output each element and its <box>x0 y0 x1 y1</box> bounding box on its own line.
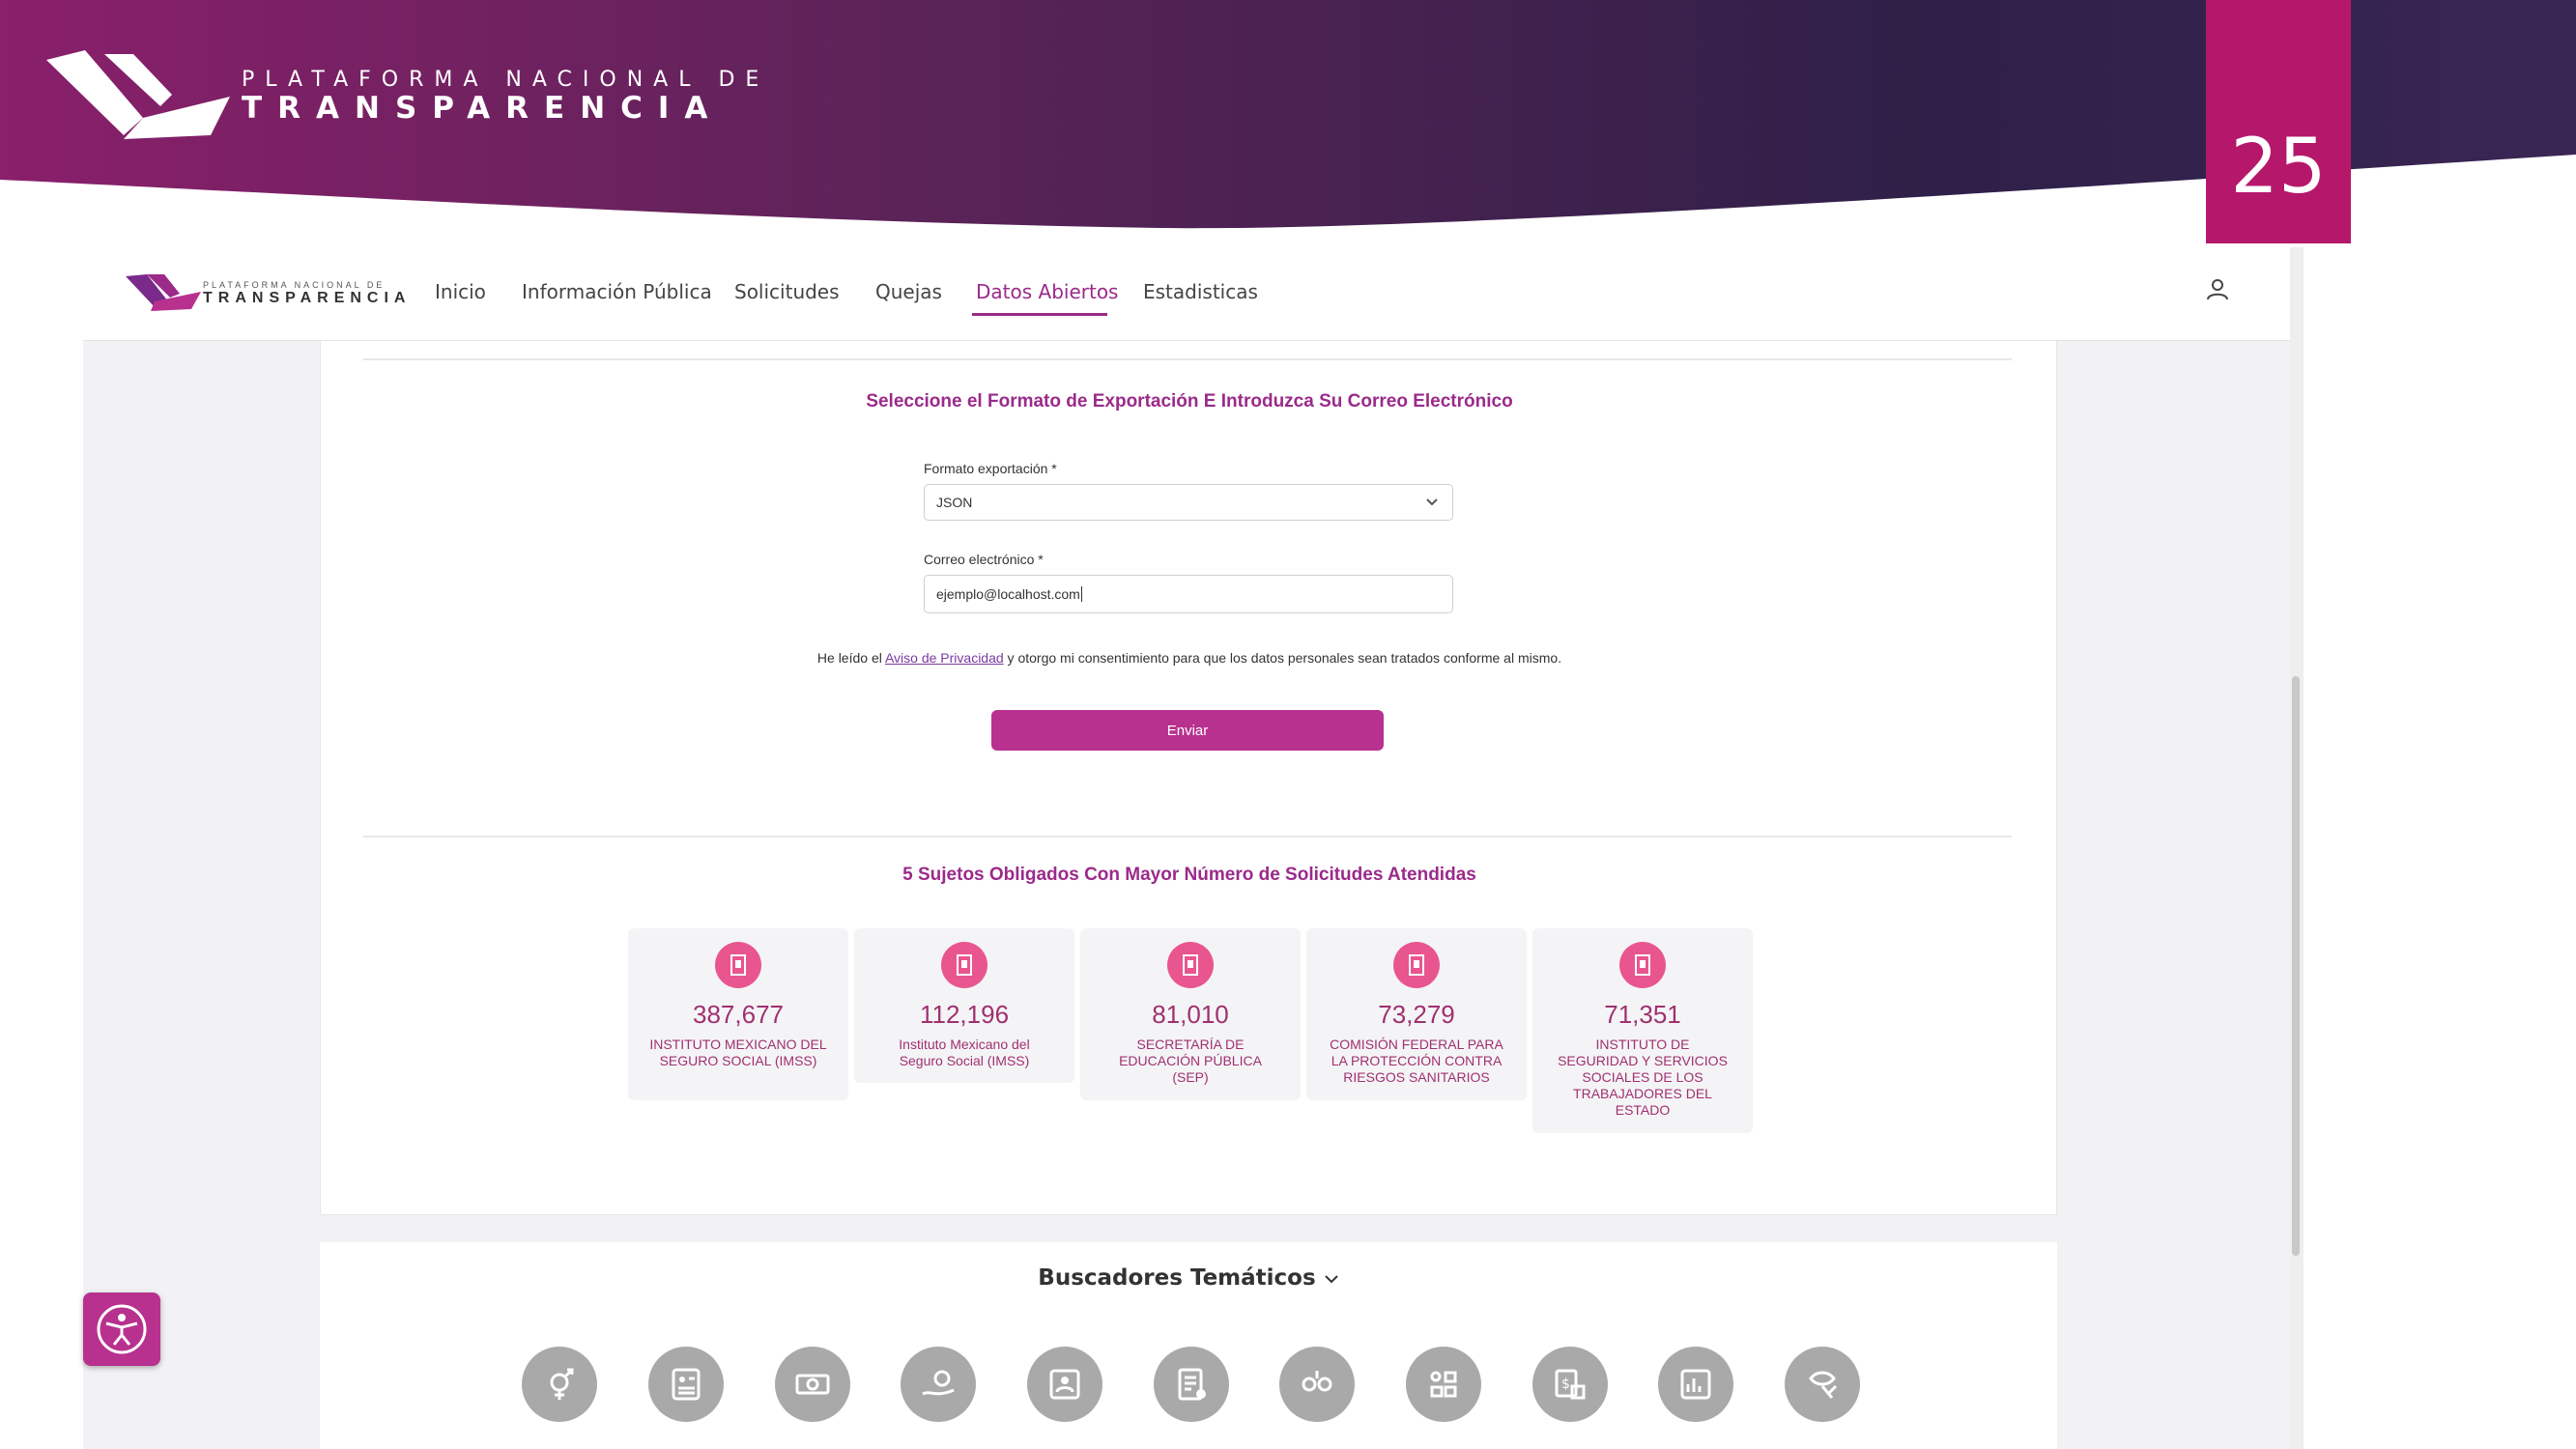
building-icon <box>715 942 761 988</box>
officials-icon[interactable] <box>1027 1347 1102 1422</box>
money-icon[interactable] <box>775 1347 850 1422</box>
building-icon <box>1393 942 1440 988</box>
stat-card[interactable]: 71,351 INSTITUTO DE SEGURIDAD Y SERVICIO… <box>1532 928 1753 1133</box>
stat-value: 81,010 <box>1152 1000 1229 1029</box>
app-screenshot: PLATAFORMA NACIONAL DE TRANSPARENCIA Ini… <box>83 247 2296 1449</box>
svg-text:$: $ <box>1561 1377 1570 1392</box>
slide-page-number: 25 <box>2206 0 2351 243</box>
brand-title: TRANSPARENCIA <box>242 91 724 126</box>
divider <box>363 358 2012 360</box>
stat-value: 112,196 <box>919 1000 1010 1029</box>
accessibility-icon[interactable] <box>83 1293 160 1366</box>
stat-value: 73,279 <box>1378 1000 1455 1029</box>
export-card: Seleccione el Formato de Exportación E I… <box>320 340 2057 1215</box>
stat-name: INSTITUTO DE SEGURIDAD Y SERVICIOS SOCIA… <box>1558 1037 1728 1118</box>
thematic-search-label: Buscadores Temáticos <box>1038 1265 1316 1291</box>
stat-card[interactable]: 112,196 Instituto Mexicano del Seguro So… <box>854 928 1074 1083</box>
email-field-label: Correo electrónico * <box>924 552 1044 567</box>
chevron-down-icon <box>1324 1275 1338 1284</box>
nav-item-solicitudes[interactable]: Solicitudes <box>734 280 840 303</box>
directory-icon[interactable] <box>648 1347 724 1422</box>
thematic-search-title[interactable]: Buscadores Temáticos <box>320 1265 2057 1291</box>
brand-subtitle: PLATAFORMA NACIONAL DE <box>242 68 770 92</box>
stat-card[interactable]: 387,677 INSTITUTO MEXICANO DEL SEGURO SO… <box>628 928 848 1100</box>
nav-logo-icon <box>126 274 201 311</box>
privacy-consent-text: He leído el Aviso de Privacidad y otorgo… <box>321 650 2058 666</box>
nav-item-datos-abiertos[interactable]: Datos Abiertos <box>976 280 1118 303</box>
stat-card[interactable]: 73,279 COMISIÓN FEDERAL PARA LA PROTECCI… <box>1306 928 1527 1100</box>
nav-item-inicio[interactable]: Inicio <box>435 280 486 303</box>
building-icon <box>1619 942 1666 988</box>
stat-name: SECRETARÍA DE EDUCACIÓN PÚBLICA (SEP) <box>1119 1037 1262 1085</box>
chevron-down-icon <box>1426 498 1438 506</box>
nav-item-quejas[interactable]: Quejas <box>875 280 942 303</box>
payments-icon[interactable]: $ <box>1532 1347 1608 1422</box>
user-icon[interactable] <box>2205 276 2230 301</box>
building-icon <box>1167 942 1214 988</box>
active-tab-indicator <box>972 313 1107 316</box>
format-field-label: Formato exportación * <box>924 461 1057 476</box>
top-navigation: PLATAFORMA NACIONAL DE TRANSPARENCIA Ini… <box>83 247 2296 341</box>
stat-value: 71,351 <box>1604 1000 1681 1029</box>
email-input[interactable]: ejemplo@localhost.com <box>924 575 1453 613</box>
stat-name: Instituto Mexicano del Seguro Social (IM… <box>899 1037 1030 1068</box>
building-icon <box>941 942 987 988</box>
nav-logo-title: TRANSPARENCIA <box>203 290 412 306</box>
statistics-icon[interactable] <box>1658 1347 1733 1422</box>
justice-icon[interactable] <box>1785 1347 1860 1422</box>
gender-icon[interactable] <box>522 1347 597 1422</box>
format-select-value: JSON <box>936 495 973 510</box>
stat-name: INSTITUTO MEXICANO DEL SEGURO SOCIAL (IM… <box>649 1037 827 1068</box>
consent-text-before: He leído el <box>816 650 885 666</box>
thematic-search-section: Buscadores Temáticos $ <box>320 1242 2057 1449</box>
budget-icon[interactable] <box>1279 1347 1355 1422</box>
format-select[interactable]: JSON <box>924 484 1453 521</box>
consent-text-after: y otorgo mi consentimiento para que los … <box>1003 650 1562 666</box>
nav-item-estadisticas[interactable]: Estadisticas <box>1143 280 1258 303</box>
send-button[interactable]: Enviar <box>991 710 1384 751</box>
organization-icon[interactable] <box>1406 1347 1481 1422</box>
export-form-title: Seleccione el Formato de Exportación E I… <box>866 391 1513 412</box>
nav-item-informacion-publica[interactable]: Información Pública <box>522 280 712 303</box>
top-subjects-title: 5 Sujetos Obligados Con Mayor Número de … <box>902 865 1476 885</box>
stat-card[interactable]: 81,010 SECRETARÍA DE EDUCACIÓN PÚBLICA (… <box>1080 928 1301 1100</box>
services-icon[interactable] <box>901 1347 976 1422</box>
stat-name: COMISIÓN FEDERAL PARA LA PROTECCIÓN CONT… <box>1330 1037 1503 1085</box>
contracts-icon[interactable] <box>1154 1347 1229 1422</box>
nav-logo-subtitle: PLATAFORMA NACIONAL DE <box>203 280 386 290</box>
transparencia-logo <box>46 50 230 139</box>
privacy-notice-link[interactable]: Aviso de Privacidad <box>885 650 1004 666</box>
divider <box>363 836 2012 838</box>
text-caret <box>1080 586 1082 602</box>
scrollbar-thumb[interactable] <box>2292 676 2300 1256</box>
email-input-value: ejemplo@localhost.com <box>936 586 1080 602</box>
stat-value: 387,677 <box>693 1000 784 1029</box>
